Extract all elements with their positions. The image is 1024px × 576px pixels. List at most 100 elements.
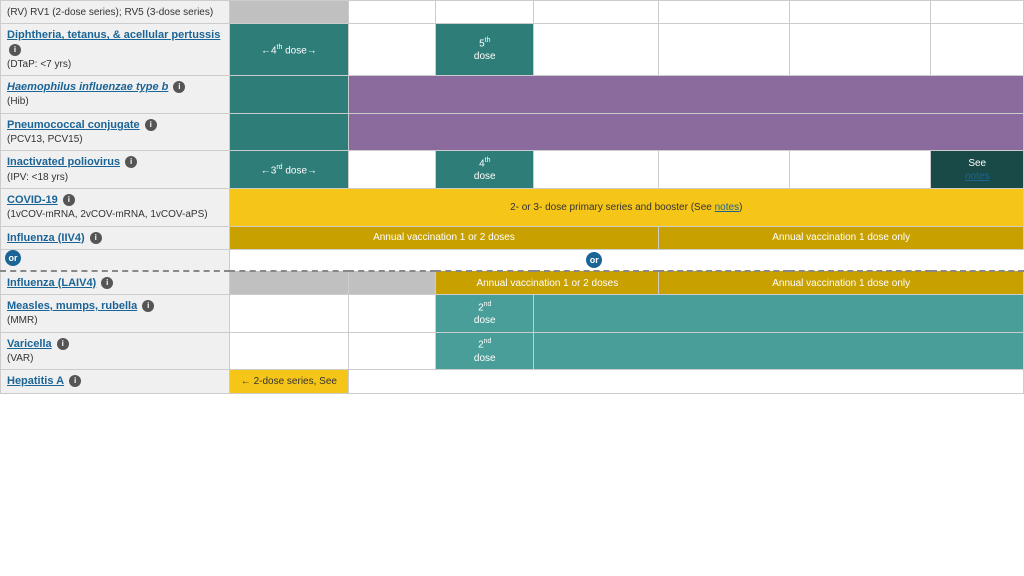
- rv-cell-4: [534, 1, 659, 24]
- covid-sub: (1vCOV-mRNA, 2vCOV-mRNA, 1vCOV-aPS): [7, 209, 208, 220]
- covid-cell-end: ): [739, 202, 742, 213]
- hib-cell-purple: [349, 76, 1024, 114]
- ipv-link[interactable]: Inactivated poliovirus: [7, 156, 120, 168]
- table-row-ipv: Inactivated poliovirus i (IPV: <18 yrs) …: [1, 151, 1024, 189]
- iiv4-cell-12doses: Annual vaccination 1 or 2 doses: [229, 226, 659, 249]
- ipv-notes-link[interactable]: notes: [965, 171, 989, 182]
- mmr-link[interactable]: Measles, mumps, rubella: [7, 300, 137, 312]
- vaccine-label-rv: (RV) RV1 (2-dose series); RV5 (3-dose se…: [1, 1, 230, 24]
- laiv4-annual-12: Annual vaccination 1 or 2 doses: [476, 278, 618, 289]
- table-row-hepa: Hepatitis A i ← 2-dose series, See: [1, 370, 1024, 393]
- vaccine-label-pcv: Pneumococcal conjugate i (PCV13, PCV15): [1, 113, 230, 151]
- table-row-hib: Haemophilus influenzae type b i (Hib): [1, 76, 1024, 114]
- hepa-blank: [349, 370, 1024, 393]
- vaccine-label-hib: Haemophilus influenzae type b i (Hib): [1, 76, 230, 114]
- pcv-cell-purple: [349, 113, 1024, 151]
- dtap-cell-blank: [349, 24, 436, 76]
- rv-cell-2: [349, 1, 436, 24]
- vaccine-label-dtap: Diphtheria, tetanus, & acellular pertuss…: [1, 24, 230, 76]
- laiv4-gray-1: [229, 271, 349, 295]
- rv-cell-7: [931, 1, 1024, 24]
- mmr-2nd-dose: 2nddose: [436, 295, 534, 333]
- ipv-sub: (IPV: <18 yrs): [7, 172, 68, 183]
- laiv4-annual-1: Annual vaccination 1 dose only: [772, 278, 910, 289]
- iiv4-annual-12: Annual vaccination 1 or 2 doses: [373, 232, 515, 243]
- ipv-cell-3rd: ←3rd dose→: [229, 151, 349, 189]
- vaccine-label-covid: COVID-19 i (1vCOV-mRNA, 2vCOV-mRNA, 1vCO…: [1, 188, 230, 226]
- vaccine-label-varicella: Varicella i (VAR): [1, 332, 230, 370]
- var-teal-rest: [534, 332, 1024, 370]
- covid-info-icon[interactable]: i: [63, 194, 75, 206]
- or-badge: or: [5, 250, 21, 266]
- dtap-sub: (DTaP: <7 yrs): [7, 59, 71, 70]
- or-badge-mid-icon: or: [586, 252, 602, 268]
- table-row: (RV) RV1 (2-dose series); RV5 (3-dose se…: [1, 1, 1024, 24]
- hepa-cell-text: ← 2-dose series, See: [241, 376, 337, 387]
- hib-info-icon[interactable]: i: [173, 81, 185, 93]
- hib-cell-1: [229, 76, 349, 114]
- dtap-info-icon[interactable]: i: [9, 44, 21, 56]
- hib-link[interactable]: Haemophilus influenzae type b: [7, 81, 168, 93]
- rv-cell-1: [229, 1, 349, 24]
- mmr-info-icon[interactable]: i: [142, 300, 154, 312]
- hepa-info-icon[interactable]: i: [69, 375, 81, 387]
- covid-link[interactable]: COVID-19: [7, 194, 58, 206]
- dtap-cell-6: [931, 24, 1024, 76]
- table-row-or: or or: [1, 249, 1024, 271]
- var-sub: (VAR): [7, 353, 33, 364]
- covid-notes-link[interactable]: notes: [715, 202, 739, 213]
- table-row-pcv: Pneumococcal conjugate i (PCV13, PCV15): [1, 113, 1024, 151]
- laiv4-info-icon[interactable]: i: [101, 277, 113, 289]
- ipv-cell-4th: 4thdose: [436, 151, 534, 189]
- vaccine-label-mmr: Measles, mumps, rubella i (MMR): [1, 295, 230, 333]
- var-info-icon[interactable]: i: [57, 338, 69, 350]
- covid-cell: 2- or 3- dose primary series and booster…: [229, 188, 1023, 226]
- rv-label-text: (RV) RV1 (2-dose series); RV5 (3-dose se…: [7, 7, 213, 18]
- covid-cell-text: 2- or 3- dose primary series and booster…: [510, 202, 715, 213]
- laiv4-gray-2: [349, 271, 436, 295]
- table-row-varicella: Varicella i (VAR) 2nddose: [1, 332, 1024, 370]
- mmr-sub: (MMR): [7, 315, 38, 326]
- hepa-cell-2dose: ← 2-dose series, See: [229, 370, 349, 393]
- laiv4-cell-12doses: Annual vaccination 1 or 2 doses: [436, 271, 659, 295]
- dtap-link[interactable]: Diphtheria, tetanus, & acellular pertuss…: [7, 29, 220, 41]
- pcv-cell-1: [229, 113, 349, 151]
- table-row-covid: COVID-19 i (1vCOV-mRNA, 2vCOV-mRNA, 1vCO…: [1, 188, 1024, 226]
- mmr-blank-2: [349, 295, 436, 333]
- rv-cell-5: [659, 1, 790, 24]
- or-label-cell: or: [1, 249, 230, 271]
- ipv-info-icon[interactable]: i: [125, 156, 137, 168]
- hepa-link[interactable]: Hepatitis A: [7, 375, 64, 387]
- pcv-link[interactable]: Pneumococcal conjugate: [7, 119, 140, 131]
- or-spacer-2: [659, 249, 1024, 271]
- iiv4-cell-1dose: Annual vaccination 1 dose only: [659, 226, 1024, 249]
- table-row-laiv4: Influenza (LAIV4) i Annual vaccination 1…: [1, 271, 1024, 295]
- dtap-cell-5th: 5thdose: [436, 24, 534, 76]
- iiv4-info-icon[interactable]: i: [90, 232, 102, 244]
- vaccine-label-laiv4: Influenza (LAIV4) i: [1, 271, 230, 295]
- ipv-cell-5: [789, 151, 930, 189]
- ipv-cell-seenotes: Seenotes: [931, 151, 1024, 189]
- rv-cell-3: [436, 1, 534, 24]
- dtap-cell-4th: ←4th dose→: [229, 24, 349, 76]
- vaccination-schedule-table: (RV) RV1 (2-dose series); RV5 (3-dose se…: [0, 0, 1024, 394]
- var-blank-2: [349, 332, 436, 370]
- dtap-cell-5: [789, 24, 930, 76]
- laiv4-link[interactable]: Influenza (LAIV4): [7, 277, 96, 289]
- or-spacer-1: [229, 249, 534, 271]
- var-link[interactable]: Varicella: [7, 338, 52, 350]
- iiv4-link[interactable]: Influenza (IIV4): [7, 232, 85, 244]
- or-badge-mid: or: [534, 249, 659, 271]
- dtap-cell-4: [659, 24, 790, 76]
- ipv-cell-4: [659, 151, 790, 189]
- vaccine-label-iiv4: Influenza (IIV4) i: [1, 226, 230, 249]
- pcv-info-icon[interactable]: i: [145, 119, 157, 131]
- mmr-teal-rest: [534, 295, 1024, 333]
- table-row-dtap: Diphtheria, tetanus, & acellular pertuss…: [1, 24, 1024, 76]
- mmr-blank-1: [229, 295, 349, 333]
- var-blank-1: [229, 332, 349, 370]
- ipv-cell-blank: [349, 151, 436, 189]
- var-2nd-dose: 2nddose: [436, 332, 534, 370]
- vaccine-label-ipv: Inactivated poliovirus i (IPV: <18 yrs): [1, 151, 230, 189]
- vaccine-label-hepa: Hepatitis A i: [1, 370, 230, 393]
